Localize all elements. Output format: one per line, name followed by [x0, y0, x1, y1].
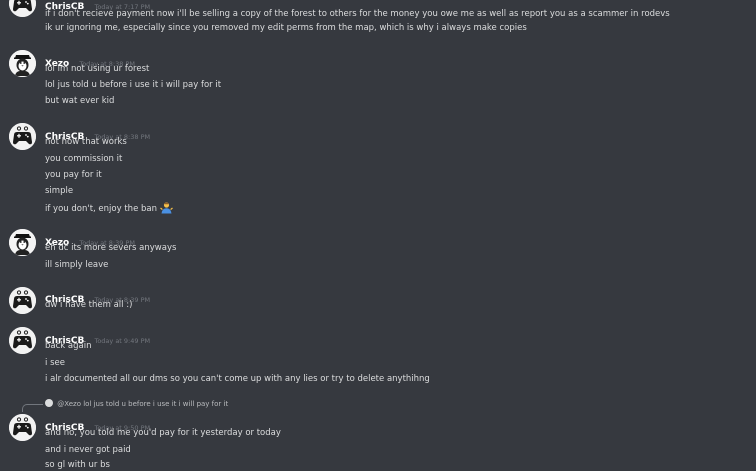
message-text: lol jus told u before i use it i will pa…	[45, 80, 222, 90]
chat-message-list: ChrisCB Today at 7:17 PM if i don't reci…	[0, 0, 756, 470]
reply-text: lol jus told u before i use it i will pa…	[83, 400, 229, 408]
message-text: ik ur ignoring me, especially since you …	[45, 23, 527, 33]
message-text-content: if you don't, enjoy the ban	[45, 204, 157, 214]
gamepad-icon	[9, 327, 36, 354]
message-text: and i never got paid	[45, 445, 131, 455]
avatar[interactable]	[9, 327, 36, 354]
message-text: simple	[45, 186, 74, 196]
avatar[interactable]	[9, 414, 36, 441]
message-text: i alr documented all our dms so you can'…	[45, 374, 430, 384]
gamepad-icon	[9, 0, 36, 17]
reply-avatar-icon	[45, 399, 53, 407]
message-text: eh dc its more severs anyways	[45, 243, 177, 253]
avatar[interactable]	[9, 229, 36, 256]
gamepad-icon	[9, 287, 36, 314]
message-text: i see	[45, 358, 65, 368]
message-text: but wat ever kid	[45, 96, 115, 106]
shrug-emoji-icon[interactable]	[159, 201, 173, 214]
message-text: you commission it	[45, 154, 123, 164]
avatar[interactable]	[9, 0, 36, 17]
message-text: you pay for it	[45, 170, 102, 180]
message-text: so gl with ur bs	[45, 460, 110, 470]
reply-spine	[22, 404, 43, 412]
message-text: and no, you told me you'd pay for it yes…	[45, 428, 281, 438]
timestamp[interactable]: Today at 9:49 PM	[94, 337, 150, 345]
message-text: if i don't recieve payment now i'll be s…	[45, 9, 670, 19]
avatar[interactable]	[9, 287, 36, 314]
avatar[interactable]	[9, 50, 36, 77]
gamepad-icon	[9, 123, 36, 150]
reply-preview[interactable]: @Xezo lol jus told u before i use it i w…	[45, 399, 229, 408]
message-text: lol im not using ur forest	[45, 64, 150, 74]
reply-mention[interactable]: @Xezo	[57, 400, 81, 408]
avatar[interactable]	[9, 123, 36, 150]
message-text: ill simply leave	[45, 260, 109, 270]
message-text: dw i have them all :)	[45, 300, 133, 310]
message-text: if you don't, enjoy the ban	[45, 202, 173, 215]
penguin-icon	[9, 50, 36, 77]
message-text: not how that works	[45, 137, 127, 147]
gamepad-icon	[9, 414, 36, 441]
penguin-icon	[9, 229, 36, 256]
message-text: back again	[45, 341, 92, 351]
